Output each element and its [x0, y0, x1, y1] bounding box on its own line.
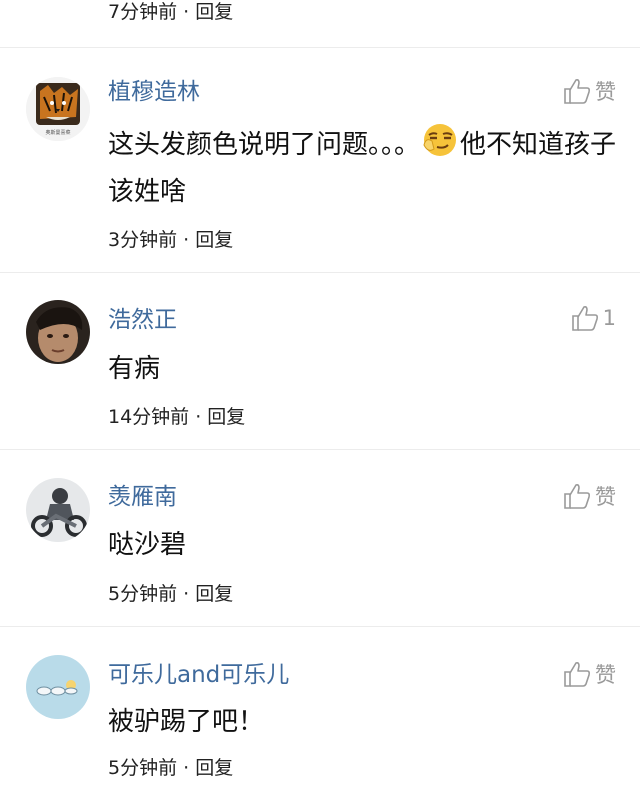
comment-username[interactable]: 可乐儿and可乐儿: [108, 661, 289, 689]
like-count: 1: [602, 306, 616, 330]
avatar[interactable]: [26, 478, 90, 542]
comment-meta[interactable]: 5分钟前 · 回复: [108, 756, 233, 780]
like-button[interactable]: 赞: [562, 76, 616, 106]
avatar[interactable]: 奥斯曼喜菜: [26, 77, 90, 141]
motorcyclist-avatar-icon: [26, 478, 90, 542]
comment-meta[interactable]: 3分钟前 · 回复: [108, 228, 233, 252]
comment-username[interactable]: 植穆造林: [108, 78, 200, 106]
divider: [0, 47, 640, 48]
cartoon-sky-avatar-icon: [26, 655, 90, 719]
boy-face-avatar-icon: [26, 300, 90, 364]
avatar[interactable]: [26, 300, 90, 364]
comment-username[interactable]: 羡雁南: [108, 483, 177, 511]
thumbs-up-icon: [564, 662, 591, 687]
thumbs-up-icon: [571, 306, 598, 331]
divider: [0, 272, 640, 273]
avatar-caption: 奥斯曼喜菜: [45, 130, 71, 136]
comment-username[interactable]: 浩然正: [108, 306, 177, 334]
like-button[interactable]: 赞: [562, 659, 616, 689]
smirk-emoji-icon: [423, 124, 457, 156]
comment-meta[interactable]: 5分钟前 · 回复: [108, 582, 233, 606]
comment-text: 被驴踢了吧！: [108, 707, 265, 737]
divider: [0, 626, 640, 627]
like-button[interactable]: 赞: [562, 481, 616, 511]
divider: [0, 449, 640, 450]
like-label: 赞: [595, 485, 616, 509]
thumbs-up-icon: [564, 79, 591, 104]
comment-text: 有病: [108, 354, 161, 384]
comment-meta[interactable]: 14分钟前 · 回复: [108, 405, 245, 429]
comment-text: 这头发颜色说明了问题。。。 他不知道孩子该姓啥: [108, 119, 618, 216]
comment-text: 哒沙碧: [108, 530, 187, 560]
like-button[interactable]: 1: [570, 304, 616, 332]
comment-text-part: 这头发颜色说明了问题。。。: [108, 130, 421, 160]
like-label: 赞: [595, 663, 616, 687]
thumbs-up-icon: [564, 484, 591, 509]
like-label: 赞: [595, 80, 616, 104]
avatar[interactable]: [26, 655, 90, 719]
previous-comment-meta: 7分钟前 · 回复: [108, 1, 234, 23]
